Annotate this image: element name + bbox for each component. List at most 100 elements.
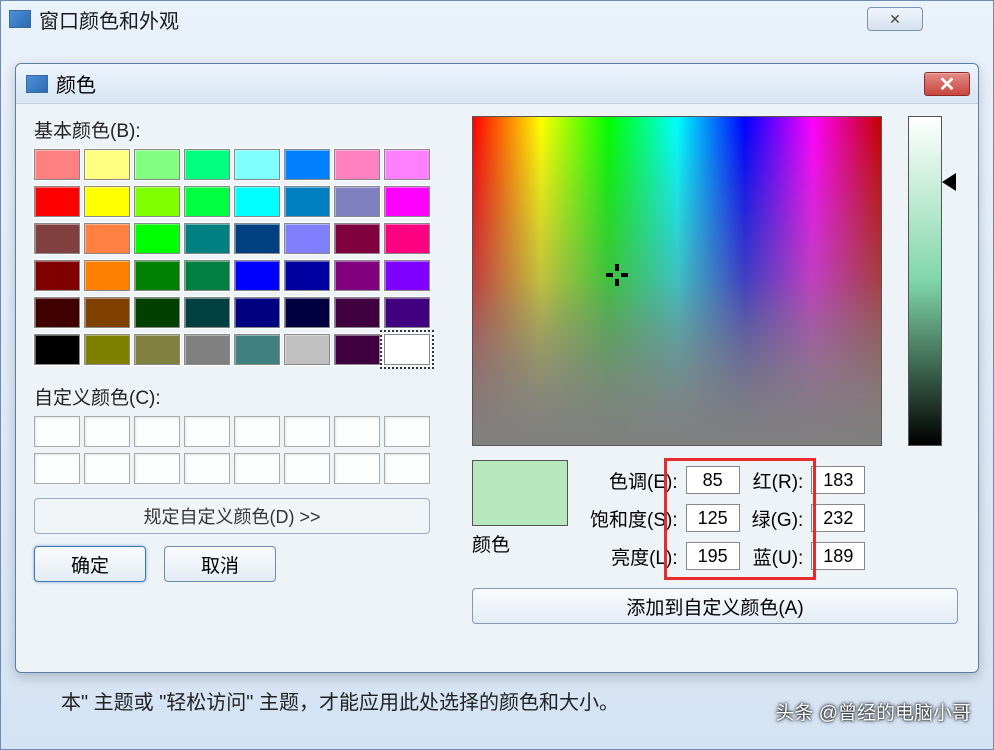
custom-swatch[interactable] [334,416,380,447]
basic-swatch[interactable] [134,260,180,291]
custom-swatch[interactable] [334,453,380,484]
basic-swatch[interactable] [184,223,230,254]
luminosity-arrow-icon[interactable] [942,173,956,191]
color-gradient[interactable] [472,116,882,446]
basic-swatch[interactable] [34,149,80,180]
basic-swatch[interactable] [284,334,330,365]
basic-swatch[interactable] [134,334,180,365]
basic-swatch[interactable] [184,186,230,217]
luminosity-strip[interactable] [908,116,942,446]
basic-swatch[interactable] [34,297,80,328]
close-icon: ✕ [939,72,956,97]
custom-swatch[interactable] [84,453,130,484]
basic-swatch[interactable] [334,186,380,217]
custom-swatch[interactable] [134,453,180,484]
basic-swatch[interactable] [134,297,180,328]
lum-label: 亮度(L): [590,543,678,570]
custom-swatch[interactable] [134,416,180,447]
define-custom-button[interactable]: 规定自定义颜色(D) >> [34,498,430,534]
basic-swatch[interactable] [334,334,380,365]
basic-swatch[interactable] [234,186,280,217]
basic-swatch[interactable] [334,297,380,328]
basic-swatch[interactable] [84,223,130,254]
lum-input[interactable] [686,542,740,570]
basic-swatch[interactable] [284,149,330,180]
crosshair-icon [606,264,628,286]
basic-swatch[interactable] [384,223,430,254]
custom-swatch[interactable] [284,453,330,484]
basic-swatch[interactable] [334,260,380,291]
window-icon [9,10,31,28]
basic-colors-label: 基本颜色(B): [34,116,454,143]
basic-swatch[interactable] [84,149,130,180]
close-button[interactable]: ✕ [924,72,970,96]
custom-swatch[interactable] [234,416,280,447]
cancel-button[interactable]: 取消 [164,546,276,582]
basic-swatch[interactable] [34,334,80,365]
basic-swatch[interactable] [284,297,330,328]
custom-swatch[interactable] [184,416,230,447]
basic-swatch[interactable] [284,186,330,217]
color-preview [472,460,568,526]
green-input[interactable] [811,504,865,532]
basic-swatch[interactable] [334,223,380,254]
custom-swatch[interactable] [84,416,130,447]
basic-swatch[interactable] [34,186,80,217]
sat-input[interactable] [686,504,740,532]
basic-swatch[interactable] [384,186,430,217]
parent-window: 窗口颜色和外观 ✕ 本" 主题或 "轻松访问" 主题，才能应用此处选择的颜色和大… [0,0,994,750]
custom-swatch[interactable] [384,453,430,484]
dialog-title: 颜色 [56,69,96,98]
basic-swatch[interactable] [334,149,380,180]
parent-title: 窗口颜色和外观 [39,5,179,34]
hue-input[interactable] [686,466,740,494]
red-label: 红(R): [752,467,804,494]
custom-swatch[interactable] [34,416,80,447]
basic-swatch[interactable] [84,334,130,365]
basic-swatch[interactable] [184,149,230,180]
custom-colors-label: 自定义颜色(C): [34,383,454,410]
add-custom-button[interactable]: 添加到自定义颜色(A) [472,588,958,624]
dialog-icon [26,75,48,93]
basic-swatch[interactable] [34,223,80,254]
basic-swatch[interactable] [384,260,430,291]
preview-label: 颜色 [472,530,568,557]
basic-swatch[interactable] [84,186,130,217]
custom-colors-grid [34,416,454,484]
basic-swatch[interactable] [184,334,230,365]
basic-swatch[interactable] [184,260,230,291]
basic-swatch[interactable] [34,260,80,291]
ok-button[interactable]: 确定 [34,546,146,582]
custom-swatch[interactable] [184,453,230,484]
custom-swatch[interactable] [284,416,330,447]
red-input[interactable] [811,466,865,494]
basic-swatch[interactable] [134,149,180,180]
basic-swatch[interactable] [234,223,280,254]
hue-label: 色调(E): [590,467,678,494]
basic-swatch[interactable] [384,149,430,180]
parent-titlebar: 窗口颜色和外观 [1,1,993,37]
green-label: 绿(G): [752,505,804,532]
basic-swatch[interactable] [84,260,130,291]
basic-swatch[interactable] [284,260,330,291]
basic-swatch[interactable] [234,260,280,291]
basic-swatch[interactable] [284,223,330,254]
basic-swatch[interactable] [384,334,430,365]
basic-swatch[interactable] [234,334,280,365]
background-text: 本" 主题或 "轻松访问" 主题，才能应用此处选择的颜色和大小。 [61,686,619,715]
custom-swatch[interactable] [34,453,80,484]
blue-input[interactable] [811,542,865,570]
parent-close-button[interactable]: ✕ [867,7,923,31]
blue-label: 蓝(U): [752,543,804,570]
basic-swatch[interactable] [234,149,280,180]
basic-swatch[interactable] [134,186,180,217]
custom-swatch[interactable] [384,416,430,447]
basic-swatch[interactable] [84,297,130,328]
custom-swatch[interactable] [234,453,280,484]
basic-swatch[interactable] [384,297,430,328]
basic-swatch[interactable] [134,223,180,254]
basic-swatch[interactable] [234,297,280,328]
watermark: 头条 @曾经的电脑小哥 [775,698,971,725]
sat-label: 饱和度(S): [590,505,678,532]
basic-swatch[interactable] [184,297,230,328]
